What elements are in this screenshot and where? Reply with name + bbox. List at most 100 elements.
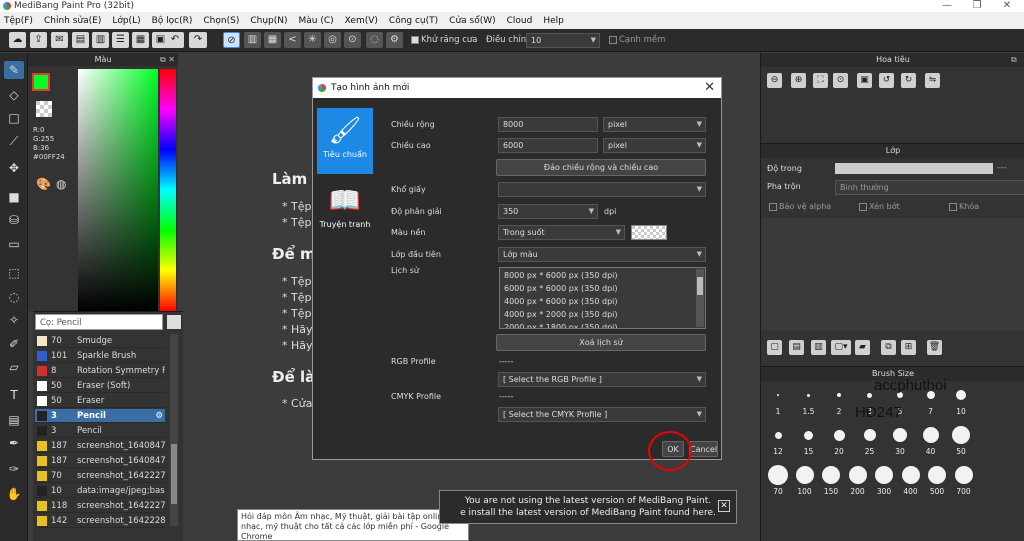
select-pen-icon[interactable]: ✐ — [4, 335, 24, 353]
history-item[interactable]: 4000 px * 2000 px (350 dpi) — [504, 308, 701, 321]
cloud-icon[interactable]: ☁ — [9, 32, 26, 48]
menu-tools[interactable]: Công cụ(T) — [389, 16, 438, 26]
width-input[interactable]: 8000 — [498, 117, 598, 132]
brush-size-dot[interactable] — [875, 466, 893, 484]
chat-icon[interactable]: ✉ — [51, 32, 68, 48]
opacity-slider[interactable] — [835, 163, 993, 174]
document-icon[interactable]: ▥ — [92, 32, 109, 48]
actual-size-icon[interactable]: ▣ — [857, 73, 872, 88]
panel-divide-icon[interactable]: ▤ — [4, 411, 24, 429]
cmyk-profile-select[interactable]: [ Select the CMYK Profile ] ▼ — [498, 407, 706, 422]
brush-list-item[interactable]: 70 Smudge — [35, 334, 165, 348]
panel-toggle-icon[interactable] — [167, 315, 181, 329]
add-layer-menu-icon[interactable]: ▢▾ — [831, 340, 851, 355]
lock-checkbox[interactable]: Khóa — [949, 202, 979, 211]
panel-menu-icon[interactable]: ⧉ — [1011, 55, 1017, 65]
snap-radial-icon[interactable]: ✳ — [304, 32, 321, 48]
brush-list-item[interactable]: 118 screenshot_16422279 — [35, 499, 165, 513]
list-icon[interactable]: ☰ — [112, 32, 129, 48]
select-eraser-icon[interactable]: ▱ — [4, 358, 24, 376]
close-window-icon[interactable]: ✕ — [992, 0, 1022, 12]
history-item[interactable]: 8000 px * 6000 px (350 dpi) — [504, 269, 701, 282]
panel-menu-icon[interactable]: ⧉ ✕ — [160, 53, 175, 66]
update-notice[interactable]: You are not using the latest version of … — [439, 490, 737, 524]
background-select[interactable]: Trong suốt ▼ — [498, 225, 625, 240]
brush-settings-icon[interactable]: ⚙ — [155, 409, 163, 422]
text-tool-icon[interactable]: T — [4, 386, 24, 404]
snap-curve-icon[interactable]: ◌ — [366, 32, 383, 48]
swap-dimensions-button[interactable]: Đảo chiều rộng và chiều cao — [496, 159, 706, 176]
history-list[interactable]: 8000 px * 6000 px (350 dpi) 6000 px * 60… — [499, 267, 706, 329]
folder-icon[interactable]: ▰ — [855, 340, 870, 355]
pen-tool-icon[interactable]: ✑ — [4, 460, 24, 478]
rect-tool-icon[interactable]: □ — [4, 109, 24, 127]
brush-size-dot[interactable] — [928, 466, 946, 484]
snap-cross-icon[interactable]: ▦ — [264, 32, 281, 48]
menu-filter[interactable]: Bộ lọc(R) — [152, 16, 193, 26]
saturation-value-box[interactable] — [78, 69, 158, 311]
snap-parallel-icon[interactable]: ▥ — [244, 32, 261, 48]
brush-tool-icon[interactable]: ✎ — [4, 61, 24, 79]
adjust-select[interactable]: 10 ▼ — [526, 33, 600, 48]
height-unit-select[interactable]: pixel ▼ — [603, 138, 706, 153]
delete-layer-icon[interactable]: 🗑 — [927, 340, 942, 355]
menu-snap[interactable]: Chụp(N) — [250, 16, 287, 26]
clip-checkbox[interactable]: Xén bớt — [859, 202, 900, 211]
brush-list-item[interactable]: 8 Rotation Symmetry Pe — [35, 364, 165, 378]
fit-icon[interactable]: ⛶ — [813, 73, 828, 88]
transparent-swatch[interactable] — [36, 101, 52, 117]
brush-size-dot[interactable] — [922, 427, 939, 443]
close-icon[interactable]: ✕ — [704, 78, 715, 98]
first-layer-select[interactable]: Lớp màu ▼ — [498, 247, 706, 262]
snap-vanish-icon[interactable]: < — [284, 32, 301, 48]
tab-standard[interactable]: 🖌 Tiêu chuẩn — [317, 108, 373, 174]
brush-size-dot[interactable] — [848, 466, 867, 484]
cancel-button[interactable]: Cancel — [689, 441, 718, 457]
brush-size-dot[interactable] — [837, 393, 841, 397]
brush-list-item[interactable]: 50 Eraser — [35, 394, 165, 408]
merge-icon[interactable]: ⊞ — [901, 340, 916, 355]
menu-window[interactable]: Cửa sổ(W) — [449, 16, 495, 26]
magic-wand-icon[interactable]: ✧ — [4, 311, 24, 329]
tab-comic[interactable]: 📖 Truyện tranh — [317, 178, 373, 244]
duplicate-icon[interactable]: ⧉ — [881, 340, 896, 355]
brush-size-dot[interactable] — [804, 430, 813, 440]
brush-list-item[interactable]: 3 Pencil — [35, 424, 165, 438]
brush-list-item[interactable]: 50 Eraser (Soft) — [35, 379, 165, 393]
gradient-tool-icon[interactable]: ▭ — [4, 235, 24, 253]
palette-icon[interactable]: 🎨 — [36, 177, 51, 191]
lasso-icon[interactable]: ◌ — [4, 288, 24, 306]
hue-slider[interactable] — [160, 69, 176, 311]
snap-circle-icon[interactable]: ◎ — [324, 32, 341, 48]
new-halftone-layer-icon[interactable]: ▤ — [789, 340, 804, 355]
menu-file[interactable]: Tệp(F) — [4, 16, 33, 26]
menu-color[interactable]: Màu (C) — [299, 16, 334, 26]
clear-history-button[interactable]: Xoá lịch sử — [496, 334, 706, 351]
menu-view[interactable]: Xem(V) — [345, 16, 378, 26]
fill-rect-tool-icon[interactable]: ■ — [4, 188, 24, 206]
hand-tool-icon[interactable]: ✋ — [4, 485, 24, 503]
menu-select[interactable]: Chọn(S) — [203, 16, 239, 26]
menu-edit[interactable]: Chỉnh sửa(E) — [44, 16, 101, 26]
width-unit-select[interactable]: pixel ▼ — [603, 117, 706, 132]
brush-list-scrollbar[interactable] — [170, 334, 178, 526]
brush-size-dot[interactable] — [774, 431, 782, 439]
undo-icon[interactable]: ↶ — [166, 32, 184, 48]
soft-edge-checkbox[interactable]: Cạnh mềm — [609, 35, 665, 45]
flip-icon[interactable]: ⇋ — [925, 73, 940, 88]
brush-size-dot[interactable] — [901, 466, 920, 484]
menu-cloud[interactable]: Cloud — [507, 16, 533, 26]
history-item[interactable]: 4000 px * 6000 px (350 dpi) — [504, 295, 701, 308]
brush-size-dot[interactable] — [777, 394, 779, 396]
brush-list-item[interactable]: 10 data:image/jpeg;base — [35, 484, 165, 498]
paper-size-select[interactable]: ▼ — [498, 182, 706, 197]
new-layer-icon[interactable]: ▢ — [767, 340, 782, 355]
brush-search-input[interactable]: Cọ: Pencil — [35, 314, 163, 330]
close-icon[interactable]: ✕ — [718, 500, 730, 512]
resolution-select[interactable]: 350 ▼ — [498, 204, 598, 219]
protect-alpha-checkbox[interactable]: Bảo vệ alpha — [769, 202, 831, 211]
menu-layer[interactable]: Lớp(L) — [112, 16, 140, 26]
eyedropper-icon[interactable]: ✒ — [4, 434, 24, 452]
brush-size-dot[interactable] — [768, 465, 788, 485]
zoom-out-icon[interactable]: ⊖ — [767, 73, 782, 88]
